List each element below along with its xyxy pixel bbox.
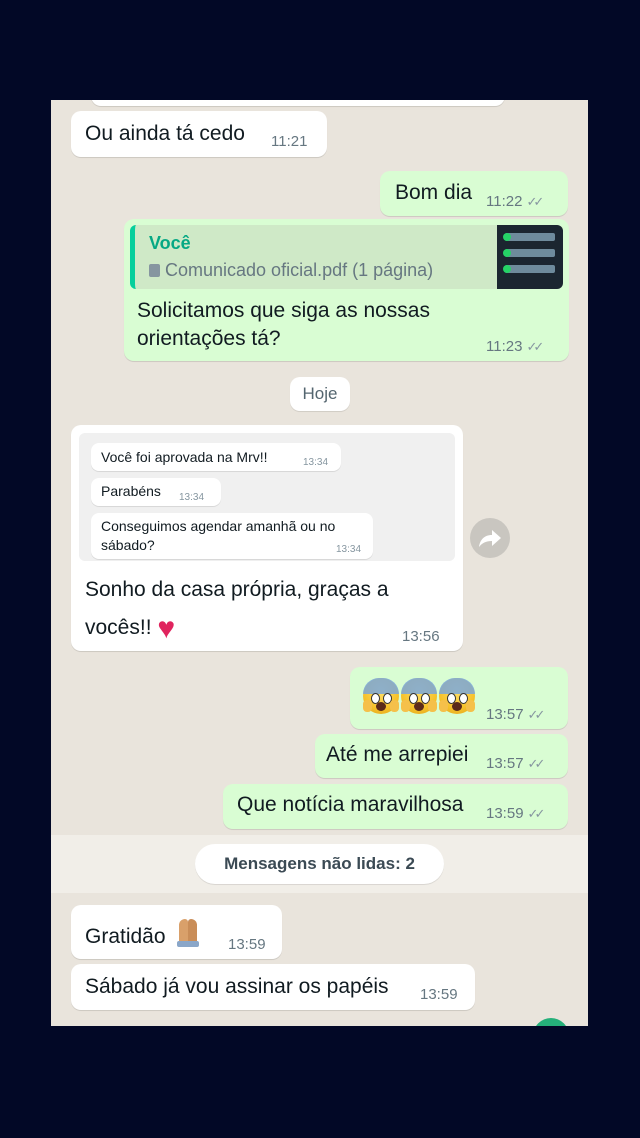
folded-hands-emoji: [175, 919, 201, 947]
unread-messages-banner: Mensagens não lidas: 2: [195, 844, 444, 884]
message-incoming[interactable]: Gratidão 13:59: [71, 905, 282, 959]
message-outgoing[interactable]: Que notícia maravilhosa 13:59 ✓✓: [223, 784, 568, 829]
message-time: 13:59: [228, 936, 266, 953]
embedded-message: Conseguimos agendar amanhã ou no sábado?…: [91, 513, 373, 559]
red-heart-emoji: ♥: [157, 612, 176, 645]
message-time: 13:59: [420, 986, 458, 1003]
message-time: 11:21: [271, 133, 308, 150]
double-check-icon: ✓✓: [527, 806, 546, 821]
face-screaming-emoji: [439, 678, 475, 714]
message-text-line-1: Solicitamos que siga as nossas: [137, 299, 430, 322]
message-text: Bom dia: [395, 181, 473, 204]
message-text-line-2: vocês!! ♥: [85, 612, 176, 645]
message-time: 13:56: [402, 628, 440, 645]
message-text-line-2: orientações tá?: [137, 327, 281, 350]
message-outgoing-emoji[interactable]: 13:57 ✓✓: [350, 667, 568, 729]
message-time: 11:23 ✓✓: [486, 338, 544, 355]
message-time: 13:59 ✓✓: [486, 805, 546, 822]
message-text: Gratidão: [85, 919, 201, 949]
double-check-icon: ✓✓: [527, 756, 546, 771]
message-time: 13:57 ✓✓: [486, 706, 546, 723]
previous-message-edge: [91, 100, 505, 106]
document-thumbnail: [497, 225, 563, 289]
message-text: Sábado já vou assinar os papéis: [85, 975, 389, 998]
double-check-icon: ✓✓: [526, 194, 544, 209]
forward-button[interactable]: [470, 518, 510, 558]
message-outgoing[interactable]: Até me arrepiei 13:57 ✓✓: [315, 734, 568, 778]
chat-area[interactable]: Ou ainda tá cedo 11:21 Bom dia 11:22 ✓✓ V…: [51, 100, 588, 1026]
embedded-message: Você foi aprovada na Mrv!! 13:34: [91, 443, 341, 471]
double-check-icon: ✓✓: [526, 339, 544, 354]
message-time: 13:57 ✓✓: [486, 755, 546, 772]
message-text: Ou ainda tá cedo: [85, 122, 245, 145]
quoted-message[interactable]: Você Comunicado oficial.pdf (1 página): [130, 225, 563, 289]
message-text-line-1: Sonho da casa própria, graças a: [85, 578, 389, 601]
message-text: Que notícia maravilhosa: [237, 793, 464, 816]
scroll-down-button[interactable]: [533, 1018, 569, 1026]
message-incoming[interactable]: Ou ainda tá cedo 11:21: [71, 111, 327, 157]
double-check-icon: ✓✓: [527, 707, 546, 722]
quote-author: Você: [149, 233, 191, 253]
document-icon: [149, 264, 160, 277]
face-screaming-emoji: [401, 678, 437, 714]
screenshot-image[interactable]: Você foi aprovada na Mrv!! 13:34 Parabén…: [79, 433, 455, 561]
date-divider: Hoje: [290, 377, 350, 411]
face-screaming-emoji: [363, 678, 399, 714]
message-outgoing[interactable]: Bom dia 11:22 ✓✓: [380, 171, 568, 216]
quote-file: Comunicado oficial.pdf (1 página): [149, 260, 433, 281]
message-time: 11:22 ✓✓: [486, 193, 544, 210]
forward-icon: [479, 530, 501, 547]
message-outgoing-reply[interactable]: Você Comunicado oficial.pdf (1 página) S…: [124, 219, 569, 361]
message-text: Até me arrepiei: [326, 743, 469, 766]
embedded-message: Parabéns 13:34: [91, 478, 221, 506]
message-incoming-with-image[interactable]: Você foi aprovada na Mrv!! 13:34 Parabén…: [71, 425, 463, 651]
message-incoming[interactable]: Sábado já vou assinar os papéis 13:59: [71, 964, 475, 1010]
